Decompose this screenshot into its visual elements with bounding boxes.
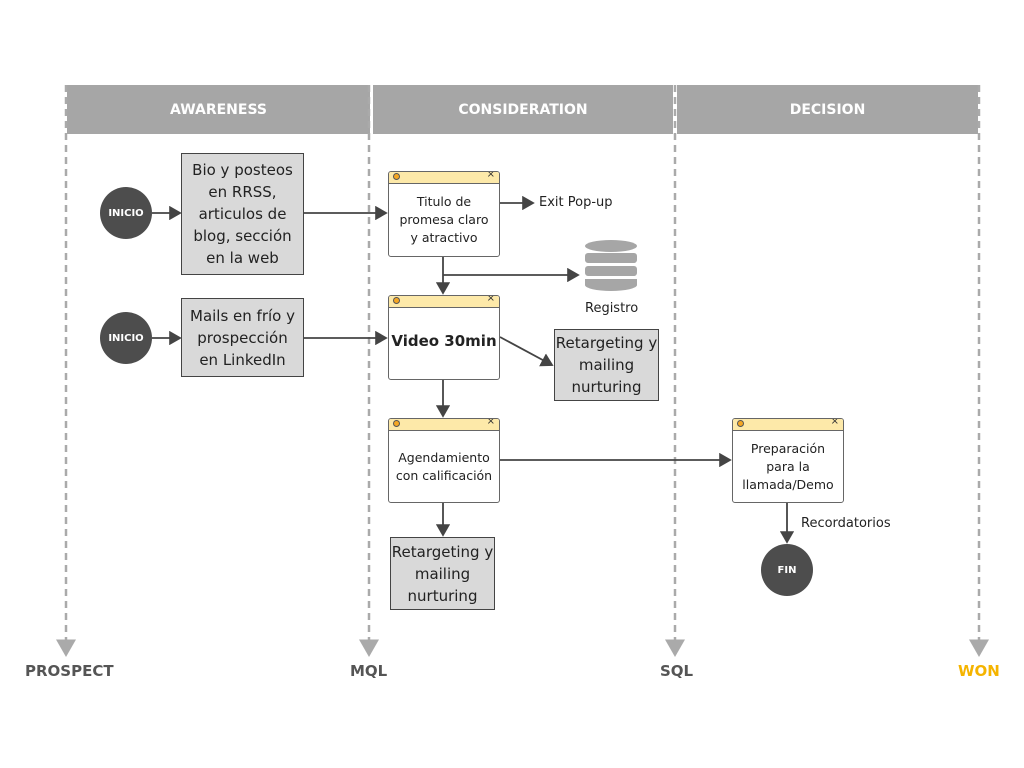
recordatorios-label: Recordatorios [801,516,891,531]
preparacion-window: × Preparación para la llamada/Demo [732,418,844,503]
video-window: × Video 30min [388,295,500,380]
milestone-prospect: PROSPECT [25,662,114,680]
close-icon: × [486,418,495,427]
preparacion-text: Preparación para la llamada/Demo [742,440,834,492]
window-dot-icon [393,420,400,427]
start-node-2: INICIO [100,312,152,364]
titulo-window: × Titulo de promesa claro y atractivo [388,171,500,257]
bio-box: Bio y posteos en RRSS, articulos de blog… [181,153,304,275]
retargeting-box-2: Retargeting y mailing nurturing [390,537,495,610]
agendamiento-window: × Agendamiento con calificación [388,418,500,503]
agendamiento-text: Agendamiento con calificación [395,449,493,483]
close-icon: × [486,295,495,304]
connectors [56,85,989,657]
exit-popup-label: Exit Pop-up [539,195,613,210]
start-node-1: INICIO [100,187,152,239]
window-dot-icon [737,420,744,427]
window-dot-icon [393,297,400,304]
retargeting-box-1: Retargeting y mailing nurturing [554,329,659,401]
database-icon [585,240,637,291]
mails-box: Mails en frío y prospección en LinkedIn [181,298,304,377]
window-dot-icon [393,173,400,180]
close-icon: × [486,171,495,180]
registro-label: Registro [585,301,639,316]
close-icon: × [830,418,839,427]
milestone-sql: SQL [660,662,694,680]
video-text: Video 30min [391,332,497,350]
end-node: FIN [761,544,813,596]
milestone-mql: MQL [350,662,388,680]
milestone-won: WON [958,662,1000,680]
titulo-text: Titulo de promesa claro y atractivo [399,194,489,245]
